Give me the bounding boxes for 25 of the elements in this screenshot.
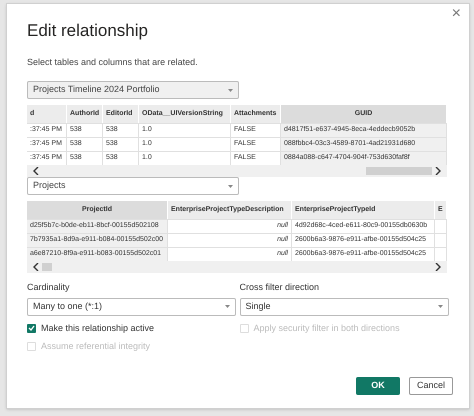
table-selector[interactable]: Projects xyxy=(27,177,239,195)
caret-icon xyxy=(438,305,443,308)
field-label: Cardinality xyxy=(27,281,70,294)
table-selector[interactable]: Projects Timeline 2024 Portfolio xyxy=(27,81,239,99)
dialog-subtitle: Select tables and columns that are related. xyxy=(27,56,198,68)
caret-icon xyxy=(224,305,230,308)
cross-filter-dropdown[interactable]: Single xyxy=(240,298,449,316)
scrollbar-thumb[interactable] xyxy=(42,263,52,271)
checkbox-label: Make this relationship active xyxy=(41,322,154,335)
field-label: Cross filter direction xyxy=(240,281,320,294)
scroll-right-icon[interactable] xyxy=(435,263,441,271)
checkbox-label: Apply security filter in both directions xyxy=(254,322,400,335)
close-button[interactable]: × xyxy=(452,6,461,22)
caret-icon xyxy=(228,184,233,188)
scroll-right-icon[interactable] xyxy=(435,167,441,175)
cancel-button[interactable]: Cancel xyxy=(409,377,453,395)
checkbox[interactable] xyxy=(27,324,36,333)
scroll-left-icon[interactable] xyxy=(33,263,39,271)
dialog-title: Edit relationship xyxy=(27,20,148,42)
scrollbar-thumb[interactable] xyxy=(366,167,432,175)
ok-button[interactable]: OK xyxy=(356,377,400,395)
checkbox-label: Assume referential integrity xyxy=(41,340,150,353)
scroll-left-icon[interactable] xyxy=(33,167,39,175)
cardinality-dropdown[interactable]: Many to one (*:1) xyxy=(27,298,236,316)
caret-icon xyxy=(228,88,233,92)
